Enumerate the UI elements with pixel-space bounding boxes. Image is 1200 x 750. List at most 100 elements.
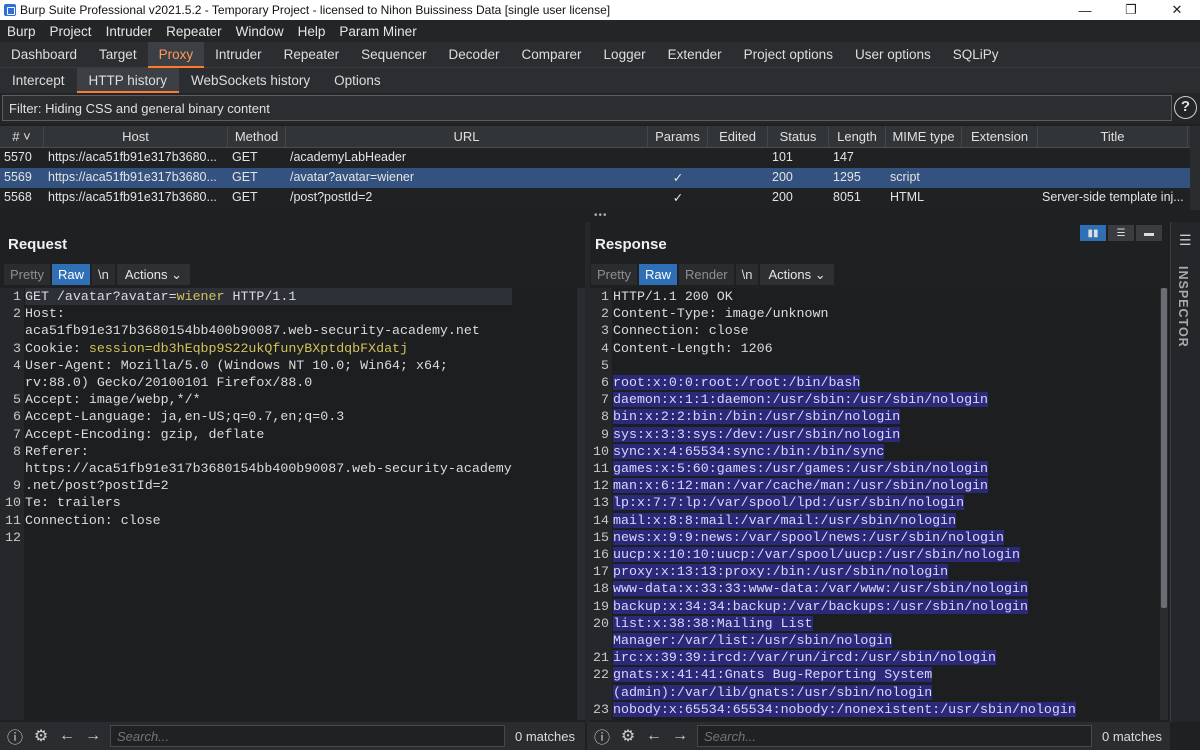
menu-param-miner[interactable]: Param Miner [332,24,423,39]
raw-button[interactable]: Raw [51,264,90,285]
arrow-right-icon[interactable]: → [669,725,691,747]
arrow-left-icon[interactable]: ← [643,725,665,747]
table-row-selected[interactable]: 5569 https://aca51fb91e317b3680... GET /… [0,168,1200,188]
help-icon[interactable]: ⓘ [591,725,613,747]
tab-intruder[interactable]: Intruder [204,42,273,68]
column-number[interactable]: # ˅ [0,126,44,147]
tab-user-options[interactable]: User options [844,42,942,68]
tab-decoder[interactable]: Decoder [437,42,510,68]
menu-repeater[interactable]: Repeater [159,24,229,39]
request-scrollbar[interactable] [577,288,585,720]
close-icon[interactable]: ✕ [1154,0,1200,20]
menu-window[interactable]: Window [229,24,291,39]
hamburger-menu-icon[interactable]: ☰ [1179,232,1192,249]
tab-intercept[interactable]: Intercept [0,68,77,93]
split-rows-icon[interactable]: ☰ [1108,225,1134,241]
arrow-right-icon[interactable]: → [82,725,104,747]
raw-button[interactable]: Raw [638,264,677,285]
code-line: news:x:9:9:news:/var/spool/news:/usr/sbi… [613,529,1076,546]
column-host[interactable]: Host [44,126,228,147]
restore-icon[interactable]: ❐ [1108,0,1154,20]
tab-dashboard[interactable]: Dashboard [0,42,88,68]
pretty-button[interactable]: Pretty [591,264,637,285]
column-method[interactable]: Method [228,126,286,147]
proxy-sub-tabs: Intercept HTTP history WebSockets histor… [0,68,1200,93]
menu-project[interactable]: Project [43,24,99,39]
filter-field[interactable]: Filter: Hiding CSS and general binary co… [2,95,1172,121]
arrow-left-icon[interactable]: ← [56,725,78,747]
response-search-input[interactable] [697,725,1092,747]
table-row[interactable]: 5568 https://aca51fb91e317b3680... GET /… [0,188,1200,208]
request-title: Request [8,236,68,253]
help-icon[interactable]: ⓘ [4,725,26,747]
line-number: 16 [593,547,609,563]
request-editor[interactable]: 12 34 5678 9 10 11 12 GET /avatar?avatar=wi… [0,288,583,720]
tab-extender[interactable]: Extender [657,42,733,68]
selected-text: backup:x:34:34:backup:/var/backups:/usr/… [613,598,1028,614]
newline-toggle-button[interactable]: \n [735,264,759,285]
menu-intruder[interactable]: Intruder [99,24,160,39]
table-row[interactable]: 5570 https://aca51fb91e317b3680... GET /… [0,148,1200,168]
response-scroll-thumb[interactable] [1161,288,1167,608]
line-number: 11 [5,512,21,528]
actions-dropdown[interactable]: Actions ⌄ [760,264,834,285]
response-scrollbar[interactable] [1160,288,1168,720]
layout-toggle-group: ▮▮ ☰ ▬ [1080,225,1162,241]
code-line: (admin):/var/lib/gnats:/usr/sbin/nologin [613,684,1076,701]
cell-number: 5569 [4,170,32,184]
column-params[interactable]: Params [648,126,708,147]
tab-comparer[interactable]: Comparer [511,42,593,68]
horizontal-splitter[interactable]: ••• [0,210,1200,222]
tab-websockets-history[interactable]: WebSockets history [179,68,322,93]
menu-burp[interactable]: Burp [0,24,43,39]
column-mime-type[interactable]: MIME type [886,126,962,147]
actions-dropdown[interactable]: Actions ⌄ [116,264,190,285]
tab-http-history[interactable]: HTTP history [76,68,180,93]
split-columns-icon[interactable]: ▮▮ [1080,225,1106,241]
tab-sqlipy[interactable]: SQLiPy [942,42,1010,68]
line-number [0,322,21,339]
table-scrollbar[interactable] [1190,126,1200,210]
newline-toggle-button[interactable]: \n [91,264,115,285]
cell-method: GET [232,170,258,184]
inspector-panel[interactable]: ☰ INSPECTOR [1170,222,1200,722]
tab-target[interactable]: Target [88,42,148,68]
menu-help[interactable]: Help [291,24,333,39]
tab-project-options[interactable]: Project options [733,42,844,68]
main-tabs: Dashboard Target Proxy Intruder Repeater… [0,42,1200,68]
code-line: Te: trailers [25,494,512,511]
render-button[interactable]: Render [678,264,734,285]
selected-text: uucp:x:10:10:uucp:/var/spool/uucp:/usr/s… [613,547,1020,563]
selected-text: man:x:6:12:man:/var/cache/man:/usr/sbin/… [613,478,989,494]
cell-method: GET [232,150,258,164]
tab-logger[interactable]: Logger [593,42,657,68]
tab-options[interactable]: Options [322,68,393,93]
minimize-icon[interactable]: — [1062,0,1108,20]
response-editor[interactable]: 1 2 3 4 5 6 7 8 9 10 11 12 13 14 15 16 17 18 19 20 21 22 23 … [588,288,1168,720]
gear-icon[interactable]: ⚙ [30,725,52,747]
code-line: Cookie: session=db3hEqbp9S22ukQfunyBXptd… [25,340,512,357]
tab-sequencer[interactable]: Sequencer [350,42,437,68]
column-url[interactable]: URL [286,126,648,147]
selected-text: (admin):/var/lib/gnats:/usr/sbin/nologin [613,684,933,700]
request-search-input[interactable] [110,725,505,747]
selected-text: list:x:38:38:Mailing List [613,615,813,631]
code-line: lp:x:7:7:lp:/var/spool/lpd:/usr/sbin/nol… [613,494,1076,511]
selected-text: games:x:5:60:games:/usr/games:/usr/sbin/… [613,461,989,477]
help-icon[interactable]: ? [1174,96,1197,119]
column-status[interactable]: Status [768,126,829,147]
code-line: Connection: close [613,323,749,339]
code-text: Te: trailers [25,495,121,511]
column-title[interactable]: Title [1038,126,1188,147]
line-number: 4 [601,340,609,356]
pretty-button[interactable]: Pretty [4,264,50,285]
tab-repeater[interactable]: Repeater [273,42,351,68]
column-edited[interactable]: Edited [708,126,768,147]
code-text: HTTP/1.1 [224,289,297,304]
column-length[interactable]: Length [829,126,886,147]
line-number: 11 [593,461,609,477]
column-extension[interactable]: Extension [962,126,1038,147]
single-pane-icon[interactable]: ▬ [1136,225,1162,241]
tab-proxy[interactable]: Proxy [147,42,205,68]
gear-icon[interactable]: ⚙ [617,725,639,747]
